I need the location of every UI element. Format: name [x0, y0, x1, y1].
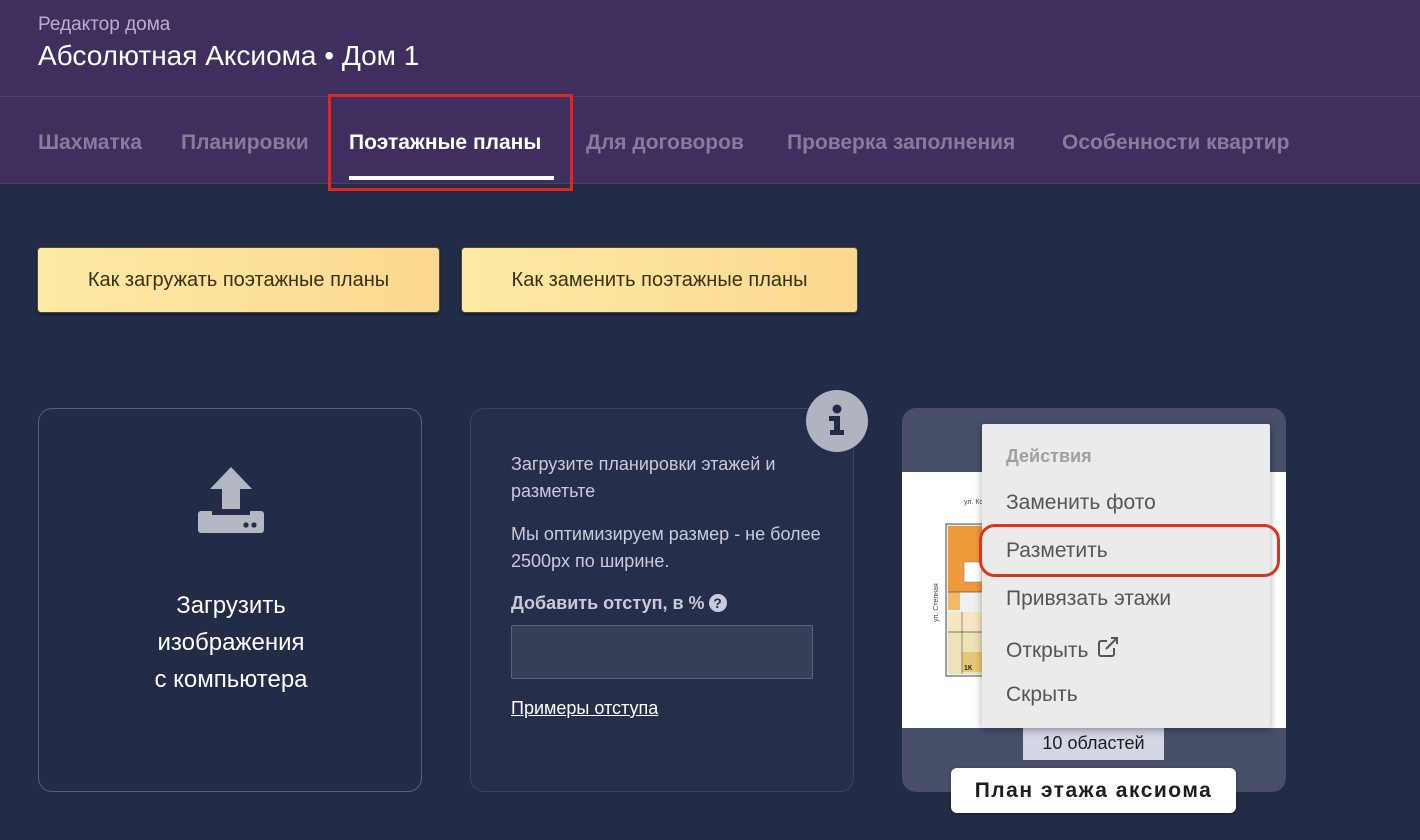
- indent-percent-input[interactable]: [511, 625, 813, 679]
- instructions-text: Загрузите планировки этажей и разметьте: [511, 454, 776, 501]
- menu-item-open-label: Открыть: [1006, 639, 1089, 662]
- mark-up-highlight-box: [979, 524, 1280, 577]
- how-to-replace-button[interactable]: Как заменить поэтажные планы: [461, 247, 858, 313]
- upload-icon: [198, 467, 264, 538]
- upload-label-line1: Загрузить: [176, 592, 286, 619]
- street-side-label: ул. Степная: [933, 583, 940, 622]
- menu-item-open[interactable]: Открыть: [1006, 635, 1120, 665]
- tab-apartment-features[interactable]: Особенности квартир: [1062, 131, 1290, 155]
- info-icon[interactable]: [806, 390, 868, 452]
- menu-item-bind-floors[interactable]: Привязать этажи: [1006, 587, 1171, 611]
- active-tab-highlight-box: [328, 94, 573, 191]
- tab-contracts[interactable]: Для договоров: [586, 131, 744, 155]
- editor-subtitle: Редактор дома: [38, 14, 171, 35]
- tab-bar: Шахматка Планировки Поэтажные планы Для …: [0, 97, 1420, 183]
- floor-plan-name: План этажа аксиома: [951, 768, 1236, 813]
- size-note-text: Мы оптимизируем размер - не более 2500px…: [511, 524, 821, 571]
- upload-images-card[interactable]: Загрузить изображения с компьютера: [38, 408, 422, 792]
- tabs-bottom-border: [0, 183, 1420, 184]
- upload-label: Загрузить изображения с компьютера: [39, 587, 423, 698]
- indent-label-text: Добавить отступ, в %: [511, 593, 705, 613]
- regions-count-badge: 10 областей: [1023, 726, 1164, 760]
- indent-label: Добавить отступ, в %?: [511, 593, 727, 614]
- upload-label-line3: с компьютера: [154, 666, 308, 693]
- external-link-icon: [1096, 635, 1120, 665]
- page-title: Абсолютная Аксиома • Дом 1: [38, 40, 420, 71]
- upload-settings-card: Загрузите планировки этажей и разметьте …: [470, 408, 854, 792]
- question-circle-icon[interactable]: ?: [708, 594, 727, 612]
- indent-examples-link[interactable]: Примеры отступа: [511, 698, 658, 719]
- tab-chessboard[interactable]: Шахматка: [38, 131, 142, 155]
- apartment-label: 1К: [964, 665, 973, 672]
- upload-label-line2: изображения: [157, 629, 305, 656]
- actions-menu-header: Действия: [1006, 446, 1092, 466]
- how-to-upload-button[interactable]: Как загружать поэтажные планы: [37, 247, 440, 313]
- tab-layouts[interactable]: Планировки: [181, 131, 309, 155]
- menu-item-replace-photo[interactable]: Заменить фото: [1006, 491, 1156, 515]
- menu-item-hide[interactable]: Скрыть: [1006, 683, 1078, 707]
- tab-fill-check[interactable]: Проверка заполнения: [787, 131, 1015, 155]
